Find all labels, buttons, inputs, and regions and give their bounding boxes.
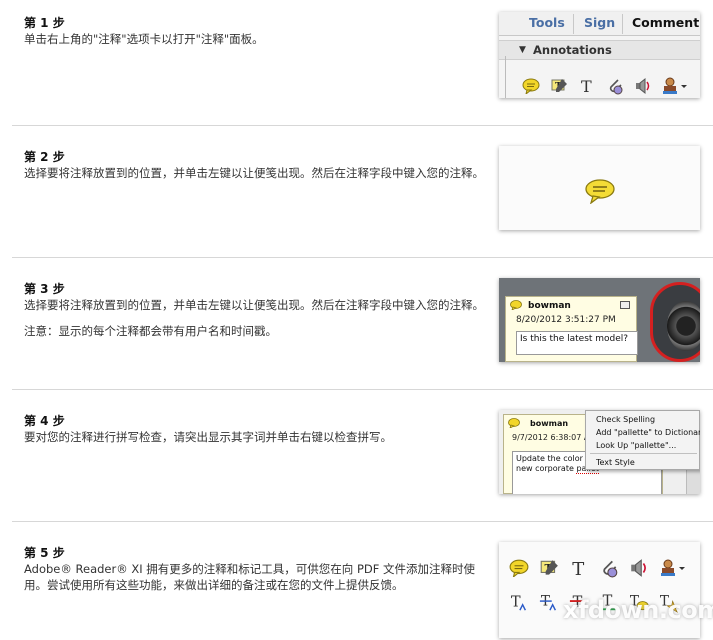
step-description: 要对您的注释进行拼写检查，请突出显示其字词并单击右键以检查拼写。 (24, 429, 486, 445)
stamp-icon[interactable] (659, 558, 687, 578)
comment-author: bowman (530, 419, 569, 428)
sticky-note-icon (585, 179, 615, 204)
minimize-icon[interactable] (620, 301, 630, 309)
divider (12, 521, 713, 522)
step-description: 选择要将注释放置到的位置，并单击左键以让便笺出现。然后在注释字段中键入您的注释。… (24, 297, 486, 339)
tab-bar: Tools Sign Comment (499, 12, 700, 36)
highlight-text-icon[interactable]: T (539, 558, 559, 578)
svg-text:T: T (581, 78, 592, 94)
annotations-label: Annotations (533, 43, 612, 57)
watermark-text: fdown.com (577, 596, 713, 624)
add-text-icon[interactable]: T (569, 558, 589, 578)
attach-file-icon[interactable] (605, 76, 625, 96)
comment-timestamp: 9/7/2012 6:38:07 AM (512, 433, 597, 442)
annotation-toolbar: T T (509, 558, 695, 578)
step-description: Adobe® Reader® XI 拥有更多的注释和标记工具，可供您在向 PDF… (24, 561, 486, 593)
spell-check-screenshot: bowman 9/7/2012 6:38:07 AM Update the co… (499, 410, 700, 494)
menu-item-look-up[interactable]: Look Up "pallette"... (596, 441, 676, 450)
stamp-icon[interactable] (661, 76, 689, 96)
watermark: xfdown.com (563, 596, 713, 624)
comment-text-field[interactable]: Is this the latest model? (516, 331, 638, 355)
menu-separator (590, 453, 697, 454)
comment-panel-screenshot: Tools Sign Comment ▼ Annotations T T (499, 12, 700, 98)
comment-timestamp: 8/20/2012 3:51:27 PM (516, 315, 616, 325)
step-note: 注意：显示的每个注释都会带有用户名和时间戳。 (24, 324, 277, 338)
divider (12, 125, 713, 126)
step-description: 单击右上角的"注释"选项卡以打开"注释"面板。 (24, 31, 486, 47)
step-title: 第 2 步 (24, 150, 65, 164)
insert-text-icon[interactable]: T (509, 592, 529, 612)
collapse-triangle-icon: ▼ (519, 45, 526, 55)
sticky-note-icon (510, 300, 522, 310)
attach-file-icon[interactable] (599, 558, 619, 578)
replace-text-icon[interactable]: T (539, 592, 559, 612)
record-audio-icon[interactable] (633, 76, 653, 96)
step-title: 第 3 步 (24, 282, 65, 296)
svg-text:T: T (511, 595, 521, 611)
comment-popup: bowman 8/20/2012 3:51:27 PM Is this the … (505, 296, 638, 362)
menu-item-check-spelling[interactable]: Check Spelling (596, 415, 655, 424)
divider (12, 257, 713, 258)
menu-item-text-style[interactable]: Text Style (596, 458, 635, 467)
step-text: 单击右上角的"注释"选项卡以打开"注释"面板。 (24, 32, 264, 46)
add-text-icon[interactable]: T (577, 76, 597, 96)
svg-text:T: T (572, 559, 584, 577)
step-text: 选择要将注释放置到的位置，并单击左键以让便笺出现。然后在注释字段中键入您的注释。 (24, 298, 484, 312)
comment-author: bowman (528, 301, 571, 311)
comment-popup-screenshot: bowman 8/20/2012 3:51:27 PM Is this the … (499, 278, 700, 362)
step-title: 第 4 步 (24, 414, 65, 428)
sticky-note-placed-screenshot (499, 146, 700, 230)
record-audio-icon[interactable] (629, 558, 649, 578)
comment-text-fragment: new corporate (516, 464, 577, 473)
step-text: Adobe® Reader® XI 拥有更多的注释和标记工具，可供您在向 PDF… (24, 562, 476, 592)
menu-item-add-to-dictionary[interactable]: Add "pallette" to Dictionary (596, 428, 700, 437)
annotations-section-header[interactable]: ▼ Annotations (499, 40, 700, 60)
panel-edge (505, 56, 506, 98)
step-text: 选择要将注释放置到的位置，并单击左键以让便笺出现。然后在注释字段中键入您的注释。 (24, 166, 484, 180)
step-description: 选择要将注释放置到的位置，并单击左键以让便笺出现。然后在注释字段中键入您的注释。 (24, 165, 486, 181)
tab-comment[interactable]: Comment (632, 15, 699, 30)
tab-tools[interactable]: Tools (529, 15, 565, 30)
sticky-note-icon[interactable] (509, 558, 529, 578)
annotation-toolbar: T T (521, 76, 697, 96)
step-text: 要对您的注释进行拼写检查，请突出显示其字词并单击右键以检查拼写。 (24, 430, 392, 444)
highlight-text-icon[interactable]: T (549, 76, 569, 96)
divider (12, 389, 713, 390)
camera-image (650, 282, 700, 362)
camera-lens (667, 301, 700, 351)
sticky-note-icon[interactable] (521, 76, 541, 96)
step-title: 第 1 步 (24, 16, 65, 30)
tab-separator (573, 14, 574, 34)
watermark-x: x (563, 596, 578, 624)
step-title: 第 5 步 (24, 546, 65, 560)
context-menu: Check Spelling Add "pallette" to Diction… (585, 410, 700, 470)
sticky-note-icon (508, 418, 520, 428)
tab-sign[interactable]: Sign (584, 15, 615, 30)
tab-separator (622, 14, 623, 34)
